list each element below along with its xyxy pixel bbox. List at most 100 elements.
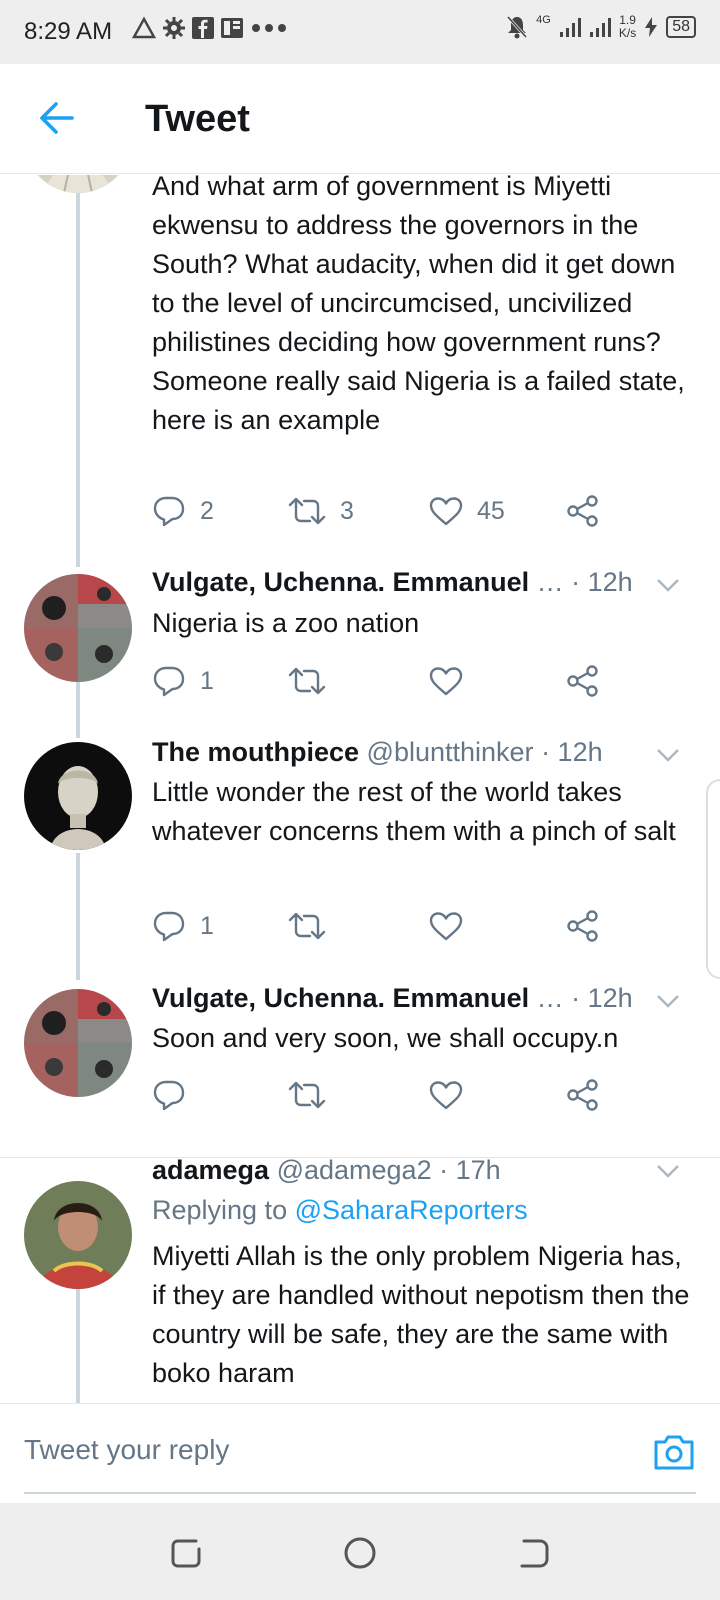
composer-underline (24, 1492, 696, 1494)
side-panel-handle[interactable] (706, 779, 720, 979)
status-bar: 8:29 AM 4G 1.9 K/s 58 (0, 0, 720, 64)
gear-icon (163, 17, 185, 39)
network-speed: 1.9 K/s (619, 14, 636, 40)
author-name[interactable]: adamega (152, 1155, 269, 1185)
retweet-icon (288, 497, 326, 525)
avatar[interactable] (24, 742, 132, 850)
tweet-thread[interactable]: And what arm of government is Miyetti ek… (0, 175, 720, 1403)
author-name[interactable]: The mouthpiece (152, 737, 359, 767)
tweet-text: Little wonder the rest of the world take… (152, 777, 676, 846)
reply-button[interactable] (152, 1073, 200, 1117)
reply-icon (153, 666, 185, 697)
thread-line (76, 853, 80, 980)
status-time: 8:29 AM (24, 18, 113, 45)
chevron-down-icon[interactable] (656, 577, 680, 593)
like-button[interactable] (429, 904, 477, 948)
author-handle: … (536, 567, 564, 597)
charging-icon (645, 17, 658, 37)
avatar[interactable] (24, 175, 132, 193)
news-app-icon (221, 18, 243, 38)
share-icon (567, 1079, 598, 1111)
share-icon (567, 495, 598, 527)
share-button[interactable] (566, 904, 600, 948)
tweet-time: · 12h (541, 737, 603, 767)
author-name[interactable]: Vulgate, Uchenna. Emmanuel (152, 983, 529, 1013)
like-button[interactable] (429, 659, 477, 703)
retweet-button[interactable] (288, 1073, 340, 1117)
retweet-button[interactable] (288, 904, 340, 948)
tweet-time: · 12h (571, 983, 633, 1013)
share-button[interactable] (566, 489, 600, 533)
reply-icon (153, 911, 185, 942)
retweet-icon (288, 667, 326, 695)
reply-icon (153, 1080, 185, 1111)
share-button[interactable] (566, 659, 600, 703)
heart-icon (429, 912, 463, 941)
like-button[interactable] (429, 1073, 477, 1117)
reply-count: 2 (200, 496, 214, 525)
chevron-down-icon[interactable] (656, 993, 680, 1009)
back-nav-icon[interactable] (514, 1533, 554, 1573)
replying-to-label: Replying to (152, 1195, 288, 1225)
chevron-down-icon[interactable] (656, 747, 680, 763)
tweet-actions: 1 (152, 904, 622, 948)
speed-unit: K/s (618, 26, 637, 40)
more-notifications-icon (252, 24, 286, 32)
author-handle: @bluntthinker (366, 737, 534, 767)
home-icon[interactable] (340, 1533, 380, 1573)
reply-icon (153, 496, 185, 527)
back-arrow-icon[interactable] (36, 98, 76, 138)
reply-button[interactable]: 2 (152, 489, 214, 533)
warning-icon (132, 16, 156, 39)
facebook-icon (192, 17, 214, 39)
tweet-time: · 17h (439, 1155, 501, 1185)
heart-icon (429, 667, 463, 696)
thread-line (76, 1269, 80, 1403)
status-indicators: 4G 1.9 K/s 58 (506, 14, 696, 40)
system-nav-bar (0, 1503, 720, 1600)
reply-button[interactable]: 1 (152, 904, 214, 948)
retweet-button[interactable]: 3 (288, 489, 354, 533)
tweet-text: Nigeria is a zoo nation (152, 608, 420, 638)
thread-line (76, 175, 80, 567)
heart-icon (429, 1081, 463, 1110)
tweet-actions: 2 3 45 (152, 489, 622, 533)
reply-count: 1 (200, 666, 214, 695)
replying-to-mention[interactable]: @SaharaReporters (295, 1195, 528, 1225)
share-button[interactable] (566, 1073, 600, 1117)
author-name[interactable]: Vulgate, Uchenna. Emmanuel (152, 567, 529, 597)
like-button[interactable]: 45 (429, 489, 505, 533)
reply-count: 1 (200, 911, 214, 940)
thread-line (76, 682, 80, 738)
tweet-time: · 12h (571, 567, 633, 597)
heart-icon (429, 497, 463, 526)
top-app-bar: Tweet (0, 64, 720, 174)
retweet-button[interactable] (288, 659, 340, 703)
signal-icon (559, 18, 581, 37)
page-title: Tweet (145, 98, 250, 140)
tweet-header: Vulgate, Uchenna. Emmanuel … · 12h (152, 983, 662, 1014)
tweet-header: adamega @adamega2 · 17h (152, 1155, 662, 1186)
author-handle: … (536, 983, 564, 1013)
reply-button[interactable]: 1 (152, 659, 214, 703)
notification-icons (132, 16, 288, 40)
avatar[interactable] (24, 574, 132, 682)
reply-input[interactable] (24, 1434, 614, 1466)
avatar[interactable] (24, 1181, 132, 1289)
signal-icon-2 (589, 18, 611, 37)
tweet-header: The mouthpiece @bluntthinker · 12h (152, 737, 662, 768)
replying-to: Replying to @SaharaReporters (152, 1195, 528, 1226)
tweet-actions: 1 (152, 659, 622, 703)
chevron-down-icon[interactable] (656, 1163, 680, 1179)
share-icon (567, 665, 598, 697)
retweet-count: 3 (340, 496, 354, 525)
avatar[interactable] (24, 989, 132, 1097)
reply-composer (0, 1403, 720, 1503)
share-icon (567, 910, 598, 942)
tweet-text: Miyetti Allah is the only problem Nigeri… (152, 1241, 690, 1388)
camera-icon[interactable] (652, 1432, 696, 1472)
retweet-icon (288, 912, 326, 940)
mute-bell-icon (507, 15, 528, 39)
recent-apps-icon[interactable] (166, 1533, 206, 1573)
retweet-icon (288, 1081, 326, 1109)
